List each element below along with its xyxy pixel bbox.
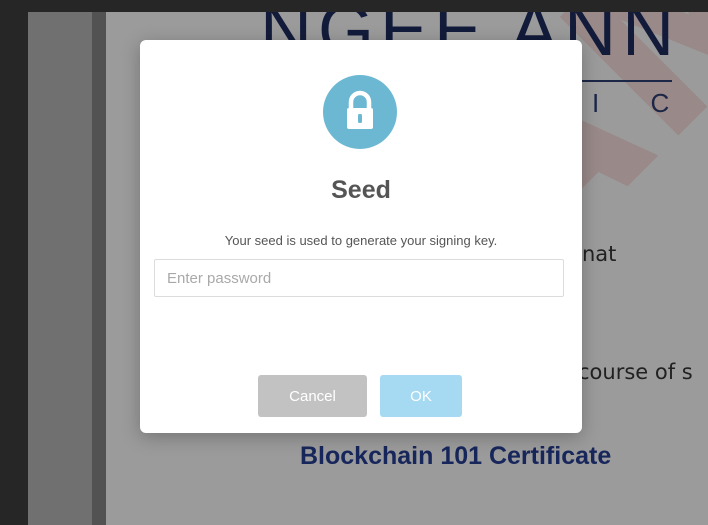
password-input[interactable] bbox=[154, 259, 564, 297]
cancel-button[interactable]: Cancel bbox=[258, 375, 367, 417]
dialog-description: Your seed is used to generate your signi… bbox=[224, 233, 498, 248]
ok-button[interactable]: OK bbox=[380, 375, 462, 417]
lock-icon bbox=[323, 75, 397, 149]
dialog-title: Seed bbox=[331, 176, 391, 204]
seed-dialog: Seed Your seed is used to generate your … bbox=[140, 40, 582, 433]
